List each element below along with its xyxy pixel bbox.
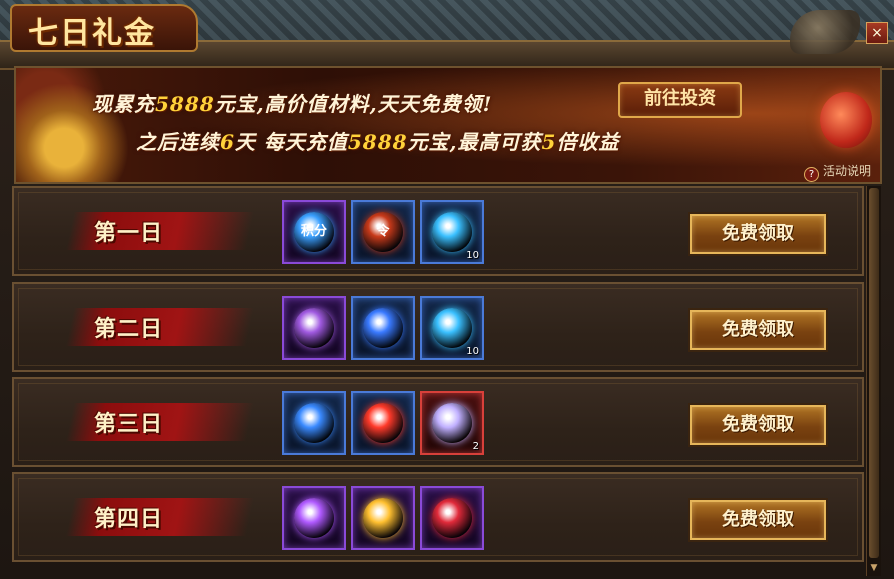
scrollbar-thumb[interactable] xyxy=(869,188,879,558)
close-button[interactable]: × xyxy=(866,22,888,44)
day-reward-row: 第四日 免费领取 xyxy=(12,472,864,562)
day-label: 第四日 xyxy=(94,506,164,532)
reward-items: 2 xyxy=(282,391,484,455)
day-ribbon xyxy=(65,212,255,250)
help-label: 活动说明 xyxy=(823,164,872,178)
reward-item-slot[interactable] xyxy=(282,391,346,455)
scrollbar[interactable]: ▼ xyxy=(866,186,881,576)
line2-amount: 5888 xyxy=(347,130,408,154)
line1-amount: 5888 xyxy=(155,92,215,116)
go-invest-button[interactable]: 前往投资 xyxy=(618,82,742,118)
reward-items: 积分令 10 xyxy=(282,200,484,264)
reward-item-slot[interactable] xyxy=(420,486,484,550)
feather-icon xyxy=(432,212,472,252)
line2-days: 6 xyxy=(220,130,235,154)
reward-item-slot[interactable]: 2 xyxy=(420,391,484,455)
reward-item-slot[interactable] xyxy=(351,391,415,455)
window-title: 七日礼金 xyxy=(28,16,156,51)
lantern-icon xyxy=(820,92,872,148)
item-count: 10 xyxy=(466,346,479,357)
day-reward-row: 第一日 积分令 10 免费领取 xyxy=(12,186,864,276)
treasure-chest-icon xyxy=(16,68,136,182)
red-crystal-icon xyxy=(432,498,472,538)
line2-suffix: 倍收益 xyxy=(556,130,620,154)
seven-day-gift-window: 七日礼金 × 现累充5888元宝,高价值材料,天天免费领! 之后连续6天 每天充… xyxy=(0,0,894,579)
reward-items: 10 xyxy=(282,296,484,360)
question-icon: ? xyxy=(804,167,819,182)
line2-prefix: 之后连续 xyxy=(136,130,220,154)
day-reward-row: 第三日 2 免费领取 xyxy=(12,377,864,467)
day-label: 第一日 xyxy=(94,220,164,246)
jifen-orb-icon: 积分 xyxy=(294,212,334,252)
reward-item-slot[interactable]: 令 xyxy=(351,200,415,264)
reward-item-slot[interactable]: 积分 xyxy=(282,200,346,264)
day-ribbon xyxy=(65,308,255,346)
day-label: 第二日 xyxy=(94,316,164,342)
banner-line-2: 之后连续6天 每天充值5888元宝,最高可获5倍收益 xyxy=(136,126,619,155)
blue-gem-icon xyxy=(363,308,403,348)
day-ribbon xyxy=(65,403,255,441)
reward-items xyxy=(282,486,484,550)
claim-free-button[interactable]: 免费领取 xyxy=(690,310,826,350)
reward-item-slot[interactable] xyxy=(282,486,346,550)
day-reward-row: 第二日 10 免费领取 xyxy=(12,282,864,372)
event-help-link[interactable]: ? 活动说明 xyxy=(804,162,871,182)
item-count: 2 xyxy=(472,441,479,452)
claim-free-button[interactable]: 免费领取 xyxy=(690,405,826,445)
scroll-down-arrow-icon[interactable]: ▼ xyxy=(869,562,879,574)
line1-suffix: 元宝,高价值材料,天天免费领! xyxy=(214,92,493,116)
day-label: 第三日 xyxy=(94,411,164,437)
reward-item-slot[interactable] xyxy=(351,486,415,550)
banner-line-1: 现累充5888元宝,高价值材料,天天免费领! xyxy=(92,88,492,117)
item-count: 10 xyxy=(466,250,479,261)
promo-banner: 现累充5888元宝,高价值材料,天天免费领! 之后连续6天 每天充值5888元宝… xyxy=(14,66,882,184)
line2-multiplier: 5 xyxy=(541,130,557,154)
red-rune-orb-icon xyxy=(363,403,403,443)
blue-rune-orb-icon xyxy=(294,403,334,443)
reward-item-slot[interactable] xyxy=(351,296,415,360)
golden-rune-orb-icon xyxy=(363,498,403,538)
line2-mid: 天 每天充值 xyxy=(234,130,348,154)
claim-free-button[interactable]: 免费领取 xyxy=(690,500,826,540)
feather-icon xyxy=(432,308,472,348)
claim-free-button[interactable]: 免费领取 xyxy=(690,214,826,254)
reward-item-slot[interactable] xyxy=(282,296,346,360)
crystal-ball-icon xyxy=(294,498,334,538)
line1-prefix: 现累充 xyxy=(92,92,155,116)
line2-mid2: 元宝,最高可获 xyxy=(407,130,542,154)
reward-item-slot[interactable]: 10 xyxy=(420,200,484,264)
purple-orb-icon xyxy=(294,308,334,348)
scroll-token-icon: 令 xyxy=(363,212,403,252)
day-ribbon xyxy=(65,498,255,536)
reward-item-slot[interactable]: 10 xyxy=(420,296,484,360)
swirl-crystal-icon xyxy=(432,403,472,443)
